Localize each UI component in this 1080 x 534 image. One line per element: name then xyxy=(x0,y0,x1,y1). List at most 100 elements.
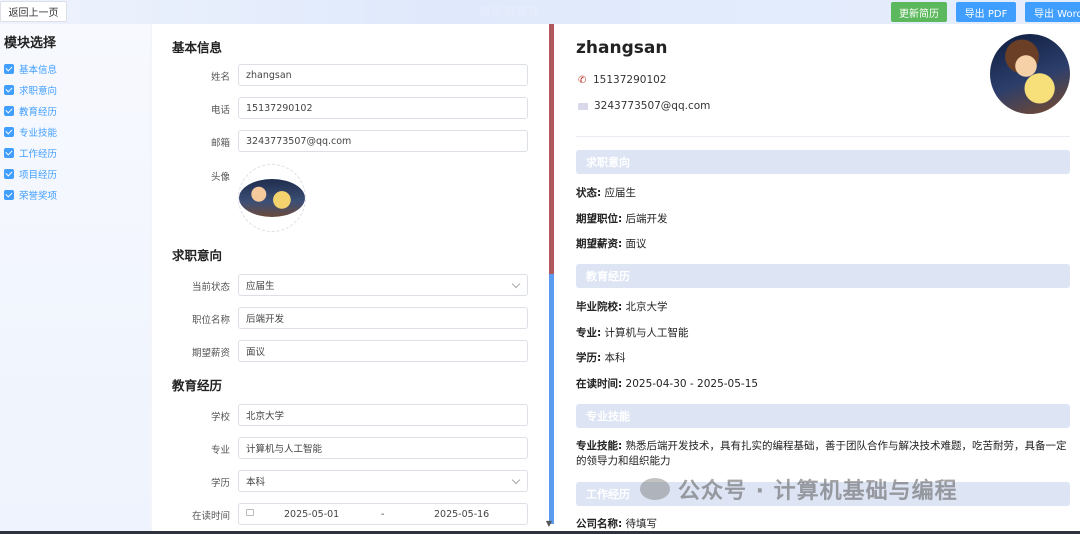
degree-label: 学历 xyxy=(210,478,230,489)
salary-label: 期望薪资 xyxy=(191,348,230,359)
date-range-picker[interactable]: 2025-05-01 - 2025-05-16 xyxy=(238,503,528,525)
major-label: 专业 xyxy=(210,445,230,456)
status-key: 状态: xyxy=(576,187,602,199)
preview-period: 在读时间: 2025-04-30 - 2025-05-15 xyxy=(576,377,1070,392)
top-bar: 返回上一页 简历编辑器 更新简历 导出 PDF 导出 Word xyxy=(0,0,1080,24)
preview-section-intent: 求职意向 xyxy=(576,150,1070,174)
degree-val: 本科 xyxy=(604,352,626,364)
sidebar-title: 模块选择 xyxy=(4,36,57,51)
checkbox-icon[interactable] xyxy=(4,127,14,137)
preview-position: 期望职位: 后端开发 xyxy=(576,212,1070,227)
scroll-down-arrow-icon[interactable]: ▼ xyxy=(543,519,555,531)
preview-skills: 专业技能: 熟悉后端开发技术，具有扎实的编程基础，善于团队合作与解决技术难题，吃… xyxy=(576,439,1070,469)
preview-salary: 期望薪资: 面议 xyxy=(576,237,1070,252)
degree-value: 本科 xyxy=(246,477,266,488)
status-label: 当前状态 xyxy=(191,282,230,293)
module-item-projects[interactable]: 项目经历 xyxy=(4,167,57,181)
period-key: 在读时间: xyxy=(576,378,623,390)
module-label: 专业技能 xyxy=(19,128,58,139)
preview-email: 3243773507@qq.com xyxy=(578,100,710,112)
module-item-basic[interactable]: 基本信息 xyxy=(4,62,57,76)
preview-phone: ✆ 15137290102 xyxy=(578,74,667,86)
scrollbar-thumb[interactable] xyxy=(549,24,554,274)
chevron-down-icon xyxy=(511,279,521,289)
preview-name: zhangsan xyxy=(576,38,668,58)
start-date[interactable]: 2025-05-01 xyxy=(284,509,339,520)
email-input[interactable]: 3243773507@qq.com xyxy=(238,130,528,152)
module-item-honors[interactable]: 荣誉奖项 xyxy=(4,188,57,202)
calendar-icon xyxy=(246,509,254,516)
module-item-skills[interactable]: 专业技能 xyxy=(4,125,57,139)
section-title-intent: 求职意向 xyxy=(172,248,223,263)
status-value: 应届生 xyxy=(246,281,275,292)
phone-icon: ✆ xyxy=(578,74,587,86)
module-item-work[interactable]: 工作经历 xyxy=(4,146,57,160)
page-title: 简历编辑器 xyxy=(480,5,540,18)
school-val: 北京大学 xyxy=(625,301,668,313)
update-resume-button[interactable]: 更新简历 xyxy=(891,2,947,22)
module-label: 基本信息 xyxy=(19,65,58,76)
period-val: 2025-04-30 - 2025-05-15 xyxy=(625,378,759,390)
checkbox-icon[interactable] xyxy=(4,148,14,158)
module-sidebar: 模块选择 基本信息 求职意向 教育经历 专业技能 工作经历 项目经历 荣誉奖项 xyxy=(0,24,150,534)
company-key: 公司名称: xyxy=(576,518,623,530)
wechat-icon xyxy=(640,478,670,500)
preview-company: 公司名称: 待填写 xyxy=(576,517,1070,532)
position-val: 后端开发 xyxy=(625,213,668,225)
checkbox-icon[interactable] xyxy=(4,190,14,200)
name-label: 姓名 xyxy=(210,72,230,83)
preview-avatar xyxy=(990,34,1070,114)
avatar-label: 头像 xyxy=(210,172,230,183)
degree-select[interactable]: 本科 xyxy=(238,470,528,492)
position-label: 职位名称 xyxy=(191,315,230,326)
preview-status: 状态: 应届生 xyxy=(576,186,1070,201)
period-label: 在读时间 xyxy=(191,511,230,522)
export-word-button[interactable]: 导出 Word xyxy=(1025,2,1080,22)
checkbox-icon[interactable] xyxy=(4,85,14,95)
module-label: 项目经历 xyxy=(19,170,58,181)
editor-panel: 基本信息 姓名 zhangsan 电话 15137290102 邮箱 32437… xyxy=(152,24,547,534)
checkbox-icon[interactable] xyxy=(4,169,14,179)
preview-phone-value: 15137290102 xyxy=(593,74,667,86)
resume-preview: zhangsan ✆ 15137290102 3243773507@qq.com… xyxy=(557,24,1080,534)
major-input[interactable]: 计算机与人工智能 xyxy=(238,437,528,459)
salary-val: 面议 xyxy=(625,238,647,250)
school-key: 毕业院校: xyxy=(576,301,623,313)
back-button[interactable]: 返回上一页 xyxy=(0,1,67,22)
watermark-text: 公众号 · 计算机基础与编程 xyxy=(678,479,958,504)
checkbox-icon[interactable] xyxy=(4,64,14,74)
phone-label: 电话 xyxy=(210,105,230,116)
preview-section-skills: 专业技能 xyxy=(576,404,1070,428)
avatar-uploader[interactable] xyxy=(238,164,306,232)
position-input[interactable]: 后端开发 xyxy=(238,307,528,329)
checkbox-icon[interactable] xyxy=(4,106,14,116)
skills-key: 专业技能: xyxy=(576,440,623,452)
major-val: 计算机与人工智能 xyxy=(604,327,689,339)
status-select[interactable]: 应届生 xyxy=(238,274,528,296)
export-pdf-button[interactable]: 导出 PDF xyxy=(956,2,1016,22)
module-label: 工作经历 xyxy=(19,149,58,160)
module-label: 教育经历 xyxy=(19,107,58,118)
section-title-education: 教育经历 xyxy=(172,378,223,393)
preview-email-value: 3243773507@qq.com xyxy=(594,100,711,112)
module-label: 荣誉奖项 xyxy=(19,191,58,202)
email-label: 邮箱 xyxy=(210,138,230,149)
chevron-down-icon xyxy=(511,475,521,485)
preview-section-education: 教育经历 xyxy=(576,264,1070,288)
skills-val: 熟悉后端开发技术，具有扎实的编程基础，善于团队合作与解决技术难题，吃苦耐劳，具备… xyxy=(576,440,1067,467)
degree-key: 学历: xyxy=(576,352,602,364)
divider-line xyxy=(576,136,1070,137)
end-date[interactable]: 2025-05-16 xyxy=(434,509,489,520)
preview-school: 毕业院校: 北京大学 xyxy=(576,300,1070,315)
phone-input[interactable]: 15137290102 xyxy=(238,97,528,119)
name-input[interactable]: zhangsan xyxy=(238,64,528,86)
salary-input[interactable]: 面议 xyxy=(238,340,528,362)
major-key: 专业: xyxy=(576,327,602,339)
mail-icon xyxy=(578,102,588,110)
company-val: 待填写 xyxy=(625,518,658,530)
school-input[interactable]: 北京大学 xyxy=(238,404,528,426)
salary-key: 期望薪资: xyxy=(576,238,623,250)
module-item-intent[interactable]: 求职意向 xyxy=(4,83,57,97)
module-item-education[interactable]: 教育经历 xyxy=(4,104,57,118)
position-key: 期望职位: xyxy=(576,213,623,225)
